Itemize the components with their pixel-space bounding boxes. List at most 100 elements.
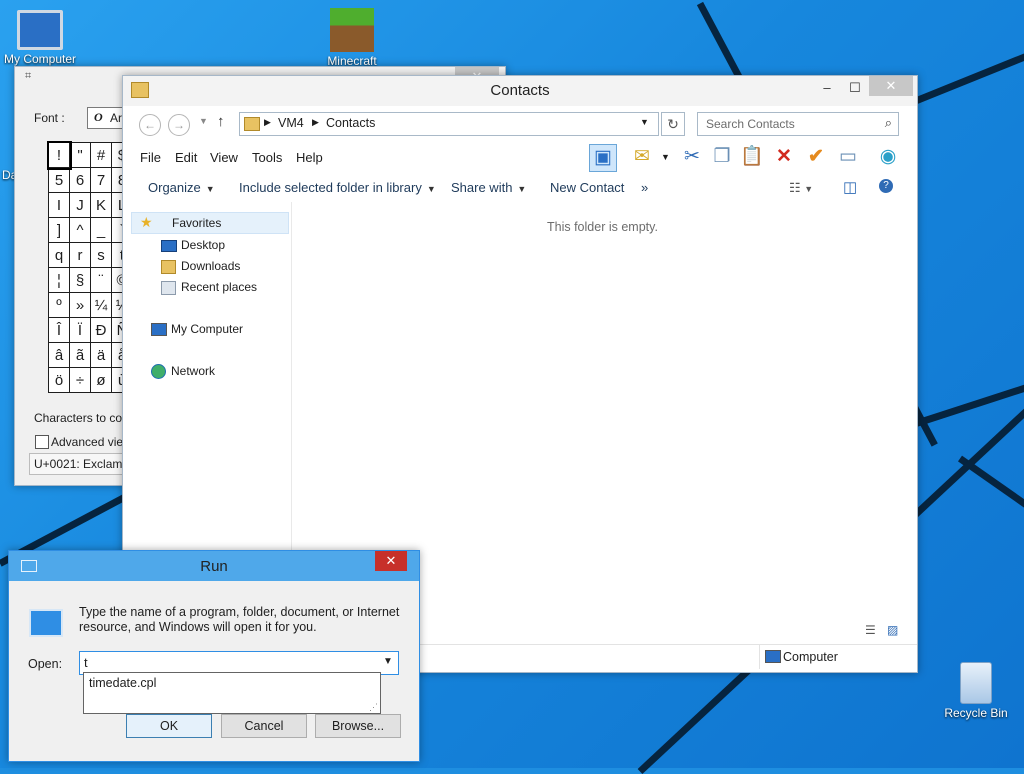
nav-favorites[interactable]: ★ Favorites: [131, 212, 289, 234]
address-dropdown-icon[interactable]: ▼: [640, 117, 649, 127]
menu-edit[interactable]: Edit: [175, 150, 197, 165]
character-cell[interactable]: Î: [48, 317, 70, 343]
close-button[interactable]: ✕: [375, 551, 407, 571]
preview-pane-icon[interactable]: ▣: [589, 144, 617, 172]
dropdown-arrow-icon[interactable]: ▼: [661, 152, 670, 162]
character-cell[interactable]: Ï: [69, 317, 91, 343]
character-grid-row: 5678: [48, 167, 133, 193]
breadcrumb-contacts[interactable]: Contacts: [326, 116, 375, 130]
menu-view[interactable]: View: [210, 150, 238, 165]
up-button[interactable]: ↑: [217, 113, 225, 130]
character-cell[interactable]: ä: [90, 342, 112, 368]
resize-grip-icon[interactable]: ⋰: [369, 702, 378, 713]
network-icon: [151, 364, 166, 379]
autocomplete-suggestion[interactable]: timedate.cpl: [89, 676, 156, 690]
character-cell[interactable]: 6: [69, 167, 91, 193]
explorer-titlebar[interactable]: Contacts – ☐ ✕: [123, 76, 917, 106]
cut-icon[interactable]: ✂: [679, 144, 705, 170]
character-cell[interactable]: _: [90, 217, 112, 243]
character-cell[interactable]: !: [46, 140, 72, 170]
characters-to-copy-label: Characters to copy: [34, 411, 135, 425]
character-cell[interactable]: I: [48, 192, 70, 218]
dropdown-arrow-icon: ▼: [517, 184, 527, 194]
details-pane-icon[interactable]: ◫: [843, 178, 857, 196]
menu-help[interactable]: Help: [296, 150, 323, 165]
help-icon[interactable]: ?: [879, 179, 893, 193]
character-cell[interactable]: q: [48, 242, 70, 268]
shell-icon[interactable]: ◉: [875, 144, 901, 170]
details-view-icon[interactable]: ☰: [865, 623, 876, 637]
desktop-icon-recycle-bin[interactable]: Recycle Bin: [936, 662, 1016, 720]
character-cell[interactable]: ¼: [90, 292, 112, 318]
empty-folder-message: This folder is empty.: [547, 220, 658, 234]
nav-downloads-label: Downloads: [181, 259, 241, 273]
back-button[interactable]: ←: [139, 114, 161, 136]
recent-locations-icon[interactable]: ▼: [199, 116, 208, 126]
open-input-value: t: [84, 655, 88, 670]
advanced-view-checkbox[interactable]: [35, 435, 49, 449]
folder-check-icon[interactable]: ✉: [629, 144, 655, 170]
copy-icon[interactable]: ❐: [709, 144, 735, 170]
character-cell[interactable]: Ð: [90, 317, 112, 343]
character-cell[interactable]: #: [90, 142, 112, 168]
maximize-button[interactable]: ☐: [841, 78, 869, 98]
character-cell[interactable]: 5: [48, 167, 70, 193]
paste-icon[interactable]: 📋: [739, 144, 765, 170]
nav-favorites-label: Favorites: [172, 216, 222, 230]
character-cell[interactable]: ø: [90, 367, 112, 393]
minimize-button[interactable]: –: [813, 78, 841, 98]
large-icons-view-icon[interactable]: ▨: [887, 623, 898, 637]
character-cell[interactable]: ÷: [69, 367, 91, 393]
character-cell[interactable]: ]: [48, 217, 70, 243]
character-cell[interactable]: â: [48, 342, 70, 368]
window-title: Contacts: [490, 82, 550, 99]
character-cell[interactable]: ö: [48, 367, 70, 393]
search-box[interactable]: Search Contacts ⌕: [697, 112, 899, 136]
delete-icon[interactable]: ✕: [771, 144, 797, 170]
character-grid-row: ö÷øù: [48, 367, 133, 393]
address-bar[interactable]: ▶ VM4 ▶ Contacts ▼: [239, 112, 659, 136]
charmap-status-text: U+0021: Exclamati: [34, 457, 136, 471]
ok-button[interactable]: OK: [126, 714, 212, 738]
browse-button[interactable]: Browse...: [315, 714, 401, 738]
character-cell[interactable]: K: [90, 192, 112, 218]
desktop-icon-my-computer[interactable]: My Computer: [0, 10, 80, 66]
menu-tools[interactable]: Tools: [252, 150, 282, 165]
checkmark-icon[interactable]: ✔: [803, 144, 829, 170]
computer-icon: [151, 323, 167, 336]
character-cell[interactable]: J: [69, 192, 91, 218]
desktop-icon-minecraft[interactable]: Minecraft: [312, 8, 392, 68]
character-grid-row: qrst: [48, 242, 133, 268]
character-cell[interactable]: ^: [69, 217, 91, 243]
change-view-icon[interactable]: ☷ ▼: [789, 180, 813, 196]
new-contact-button[interactable]: New Contact: [550, 180, 624, 195]
character-cell[interactable]: §: [69, 267, 91, 293]
chevron-down-icon[interactable]: ▼: [383, 656, 393, 667]
character-cell[interactable]: s: [90, 242, 112, 268]
character-cell[interactable]: ã: [69, 342, 91, 368]
share-label: Share with: [451, 180, 513, 195]
character-cell[interactable]: r: [69, 242, 91, 268]
properties-icon[interactable]: ▭: [835, 144, 861, 170]
forward-button[interactable]: →: [168, 114, 190, 136]
character-cell[interactable]: »: [69, 292, 91, 318]
computer-icon: [765, 650, 781, 663]
character-grid-row: ¦§¨©: [48, 267, 133, 293]
character-cell[interactable]: º: [48, 292, 70, 318]
character-cell[interactable]: 7: [90, 167, 112, 193]
close-button[interactable]: ✕: [869, 76, 913, 96]
breadcrumb-vm4[interactable]: VM4: [278, 116, 304, 130]
include-in-library-button[interactable]: Include selected folder in library ▼: [239, 180, 436, 195]
character-cell[interactable]: ": [69, 142, 91, 168]
cancel-button[interactable]: Cancel: [221, 714, 307, 738]
menu-file[interactable]: File: [140, 150, 161, 165]
more-commands-button[interactable]: »: [641, 180, 648, 195]
organize-button[interactable]: Organize ▼: [148, 180, 215, 195]
share-with-button[interactable]: Share with ▼: [451, 180, 526, 195]
character-grid-row: ]^_`: [48, 217, 133, 243]
character-cell[interactable]: ¦: [48, 267, 70, 293]
character-cell[interactable]: ¨: [90, 267, 112, 293]
refresh-button[interactable]: ↻: [661, 112, 685, 136]
run-titlebar[interactable]: Run ✕: [9, 551, 419, 581]
folder-icon: [244, 117, 260, 131]
